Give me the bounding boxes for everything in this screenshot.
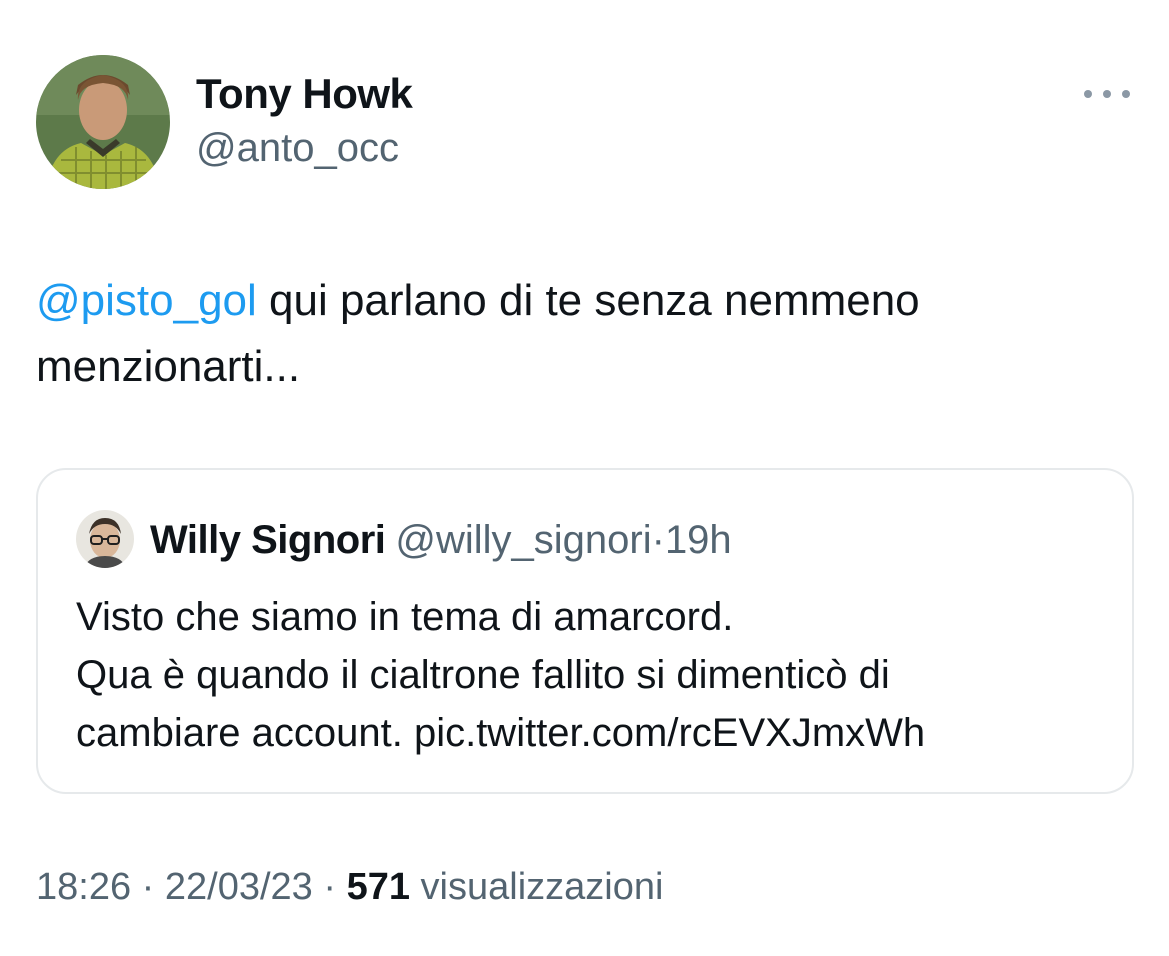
quoted-text-line: Visto che siamo in tema di amarcord. (76, 595, 734, 639)
quoted-avatar-image (76, 510, 134, 568)
more-dot (1084, 90, 1092, 98)
views-label: visualizzazioni (409, 866, 664, 908)
author-handle[interactable]: @anto_occ (196, 126, 399, 171)
tweet-metadata: 18:26 · 22/03/23 · 571 visualizzazioni (36, 866, 663, 909)
meta-separator: · (131, 866, 165, 908)
views-count[interactable]: 571 (347, 866, 410, 908)
quoted-author-name[interactable]: Willy Signori (150, 518, 386, 562)
quoted-tweet-card[interactable]: Willy Signori @willy_signori·19h Visto ch… (36, 468, 1134, 794)
tweet-date[interactable]: 22/03/23 (165, 866, 313, 908)
tweet-text: @pisto_gol qui parlano di te senza nemme… (36, 268, 1126, 400)
tweet-time[interactable]: 18:26 (36, 866, 131, 908)
mention-link[interactable]: @pisto_gol (36, 276, 257, 325)
quoted-author-avatar[interactable] (76, 510, 134, 568)
more-options-icon[interactable] (1084, 80, 1130, 108)
meta-separator: · (312, 866, 347, 908)
quoted-text-line: cambiare account. pic.twitter.com/rcEVXJ… (76, 711, 926, 755)
quoted-tweet-header: Willy Signori @willy_signori·19h (150, 516, 732, 564)
quoted-tweet-time[interactable]: 19h (665, 518, 732, 562)
author-display-name[interactable]: Tony Howk (196, 70, 413, 118)
author-avatar[interactable] (36, 55, 170, 189)
quoted-text-line: Qua è quando il cialtrone fallito si dim… (76, 653, 890, 697)
quoted-author-handle[interactable]: @willy_signori (395, 518, 651, 562)
author-avatar-image (36, 55, 170, 189)
quoted-tweet-text: Visto che siamo in tema di amarcord. Qua… (76, 588, 1106, 762)
more-dot (1103, 90, 1111, 98)
more-dot (1122, 90, 1130, 98)
header-separator: · (651, 518, 665, 562)
